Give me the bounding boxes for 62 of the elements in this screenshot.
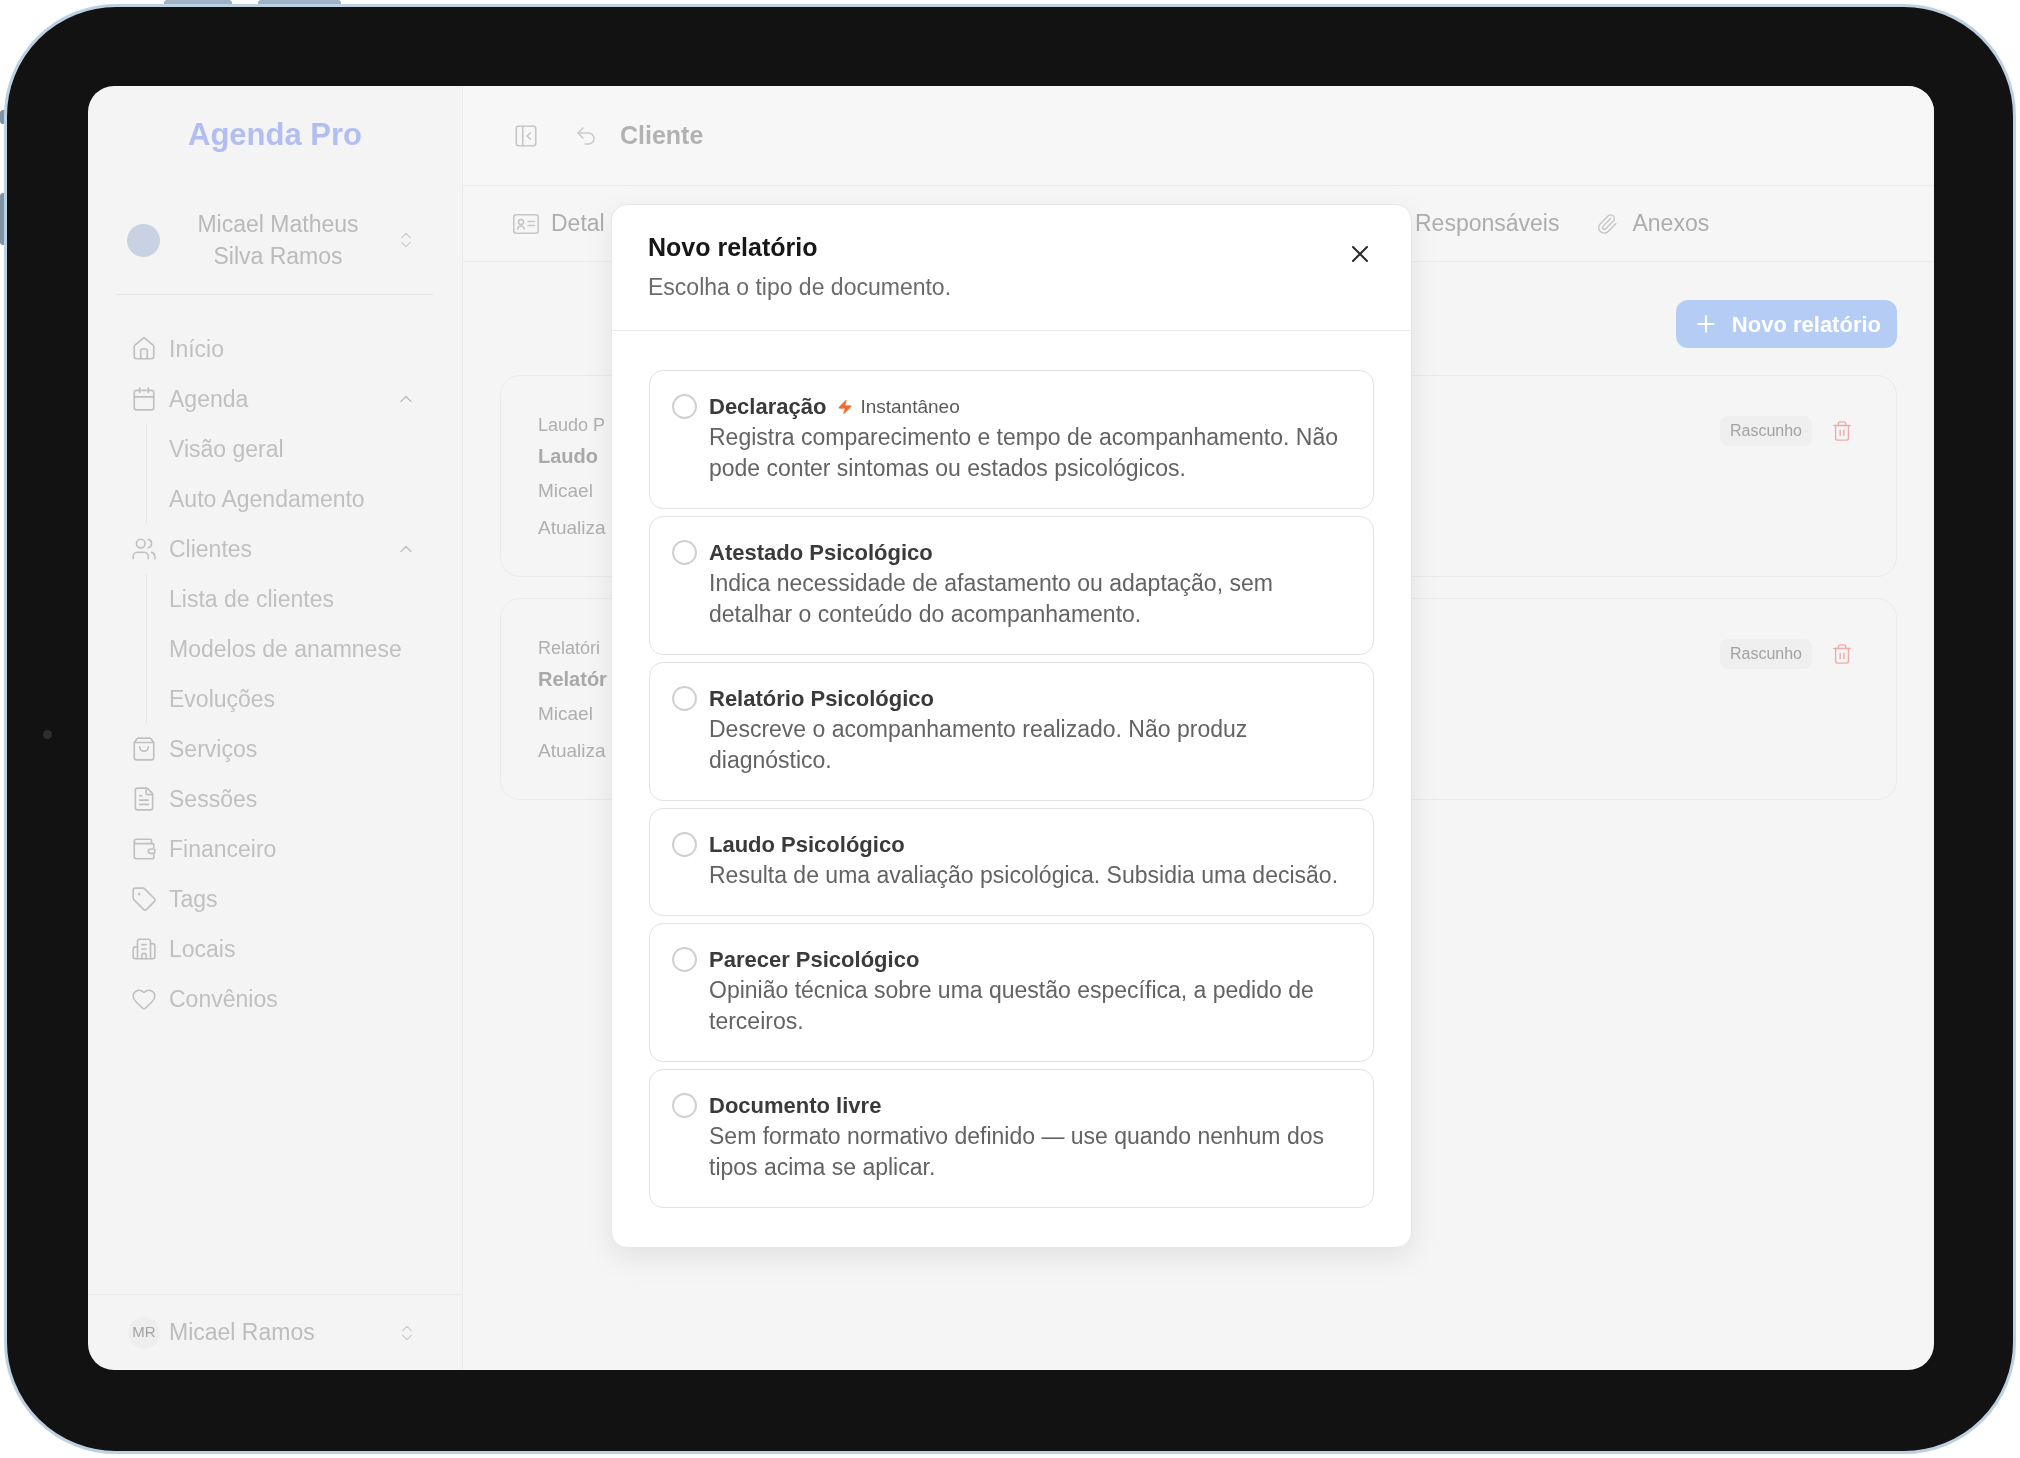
document-author: Micael	[538, 479, 593, 503]
document-type: Laudo P	[538, 414, 606, 437]
radio[interactable]	[672, 394, 697, 419]
document-type: Relatóri	[538, 637, 601, 660]
option-card[interactable]: Parecer Psicológico Opinião técnica sobre uma questão específica, a pedido de terceiros.	[649, 923, 1374, 1062]
document-updated: Atualiza	[538, 516, 606, 540]
radio[interactable]	[672, 540, 697, 565]
option-card[interactable]: Atestado Psicológico Indica necessidade de afastamento ou adaptação, sem detalhar o conteúdo do acompanhamento.	[649, 516, 1374, 655]
home-icon	[131, 336, 157, 362]
option-title: Atestado Psicológico	[709, 539, 933, 567]
option-description: Descreve o acompanhamento realizado. Não produz diagnóstico.	[709, 715, 1249, 775]
trash-icon	[1831, 419, 1853, 443]
dialog-subtitle: Escolha o tipo de documento.	[648, 273, 952, 302]
calendar-icon	[131, 386, 157, 412]
profile-switcher[interactable]: Micael Matheus Silva Ramos	[116, 205, 434, 275]
option-card[interactable]: Documento livre Sem formato normativo definido — use quando nenhum dos tipos acima se aplicar.	[649, 1069, 1374, 1208]
option-title: Declaração	[709, 393, 827, 421]
initials-avatar: MR	[128, 1316, 160, 1349]
option-card[interactable]: Laudo Psicológico Resulta de uma avaliação psicológica. Subsidia uma decisão.	[649, 808, 1374, 916]
brand-logo: Agenda Pro	[188, 116, 362, 154]
radio[interactable]	[672, 1093, 697, 1118]
option-card[interactable]: Relatório Psicológico Descreve o acompanhamento realizado. Não produz diagnóstico.	[649, 662, 1374, 801]
radio[interactable]	[672, 832, 697, 857]
option-description: Resulta de uma avaliação psicológica. Subsidia uma decisão.	[709, 861, 1339, 890]
panel-icon	[513, 122, 539, 149]
avatar	[127, 223, 160, 257]
radio[interactable]	[672, 686, 697, 711]
option-description: Sem formato normativo definido — use quando nenhum dos tipos acima se aplicar.	[709, 1122, 1325, 1182]
tag-icon	[131, 886, 157, 912]
option-title: Laudo Psicológico	[709, 831, 905, 859]
tab[interactable]: Detal	[513, 203, 605, 244]
camera-icon	[43, 730, 52, 739]
tab[interactable]: Anexos	[1594, 203, 1710, 244]
option-description: Registra comparecimento e tempo de acompanhamento. Não pode conter sintomas ou estados psicológicos.	[709, 423, 1339, 483]
wallet-icon	[131, 836, 157, 862]
id-card-icon	[513, 212, 539, 235]
heart-icon	[131, 986, 157, 1012]
document-author: Micael	[538, 702, 593, 726]
option-title: Relatório Psicológico	[709, 685, 934, 713]
sidebar-toggle-button[interactable]	[513, 122, 539, 149]
trash-icon	[1831, 642, 1853, 666]
users-icon	[131, 536, 157, 562]
option-card[interactable]: Declaração Instantâneo Registra comparecimento e tempo de acompanhamento. Não pode conter sintomas ou estados psicológicos.	[649, 370, 1374, 509]
delete-button[interactable]	[1831, 642, 1853, 666]
option-title: Documento livre	[709, 1092, 882, 1120]
building-icon	[131, 936, 157, 962]
option-tag: Instantâneo	[860, 394, 960, 419]
page-title: Cliente	[620, 119, 704, 151]
option-description: Opinião técnica sobre uma questão específica, a pedido de terceiros.	[709, 976, 1315, 1036]
document-title: Laudo	[538, 444, 598, 469]
document-title: Relatór	[538, 667, 607, 692]
radio[interactable]	[672, 947, 697, 972]
option-title: Parecer Psicológico	[709, 946, 920, 974]
delete-button[interactable]	[1831, 419, 1853, 443]
dialog-title: Novo relatório	[648, 232, 818, 262]
status-badge: Rascunho	[1719, 639, 1812, 669]
new-report-button[interactable]: Novo relatório	[1675, 300, 1897, 348]
status-badge: Rascunho	[1719, 416, 1812, 446]
option-description: Indica necessidade de afastamento ou adaptação, sem detalhar o conteúdo do acompanhamento.	[709, 569, 1274, 629]
bag-icon	[131, 736, 157, 762]
document-updated: Atualiza	[538, 739, 606, 763]
tab[interactable]: Responsáveis	[1415, 203, 1560, 244]
